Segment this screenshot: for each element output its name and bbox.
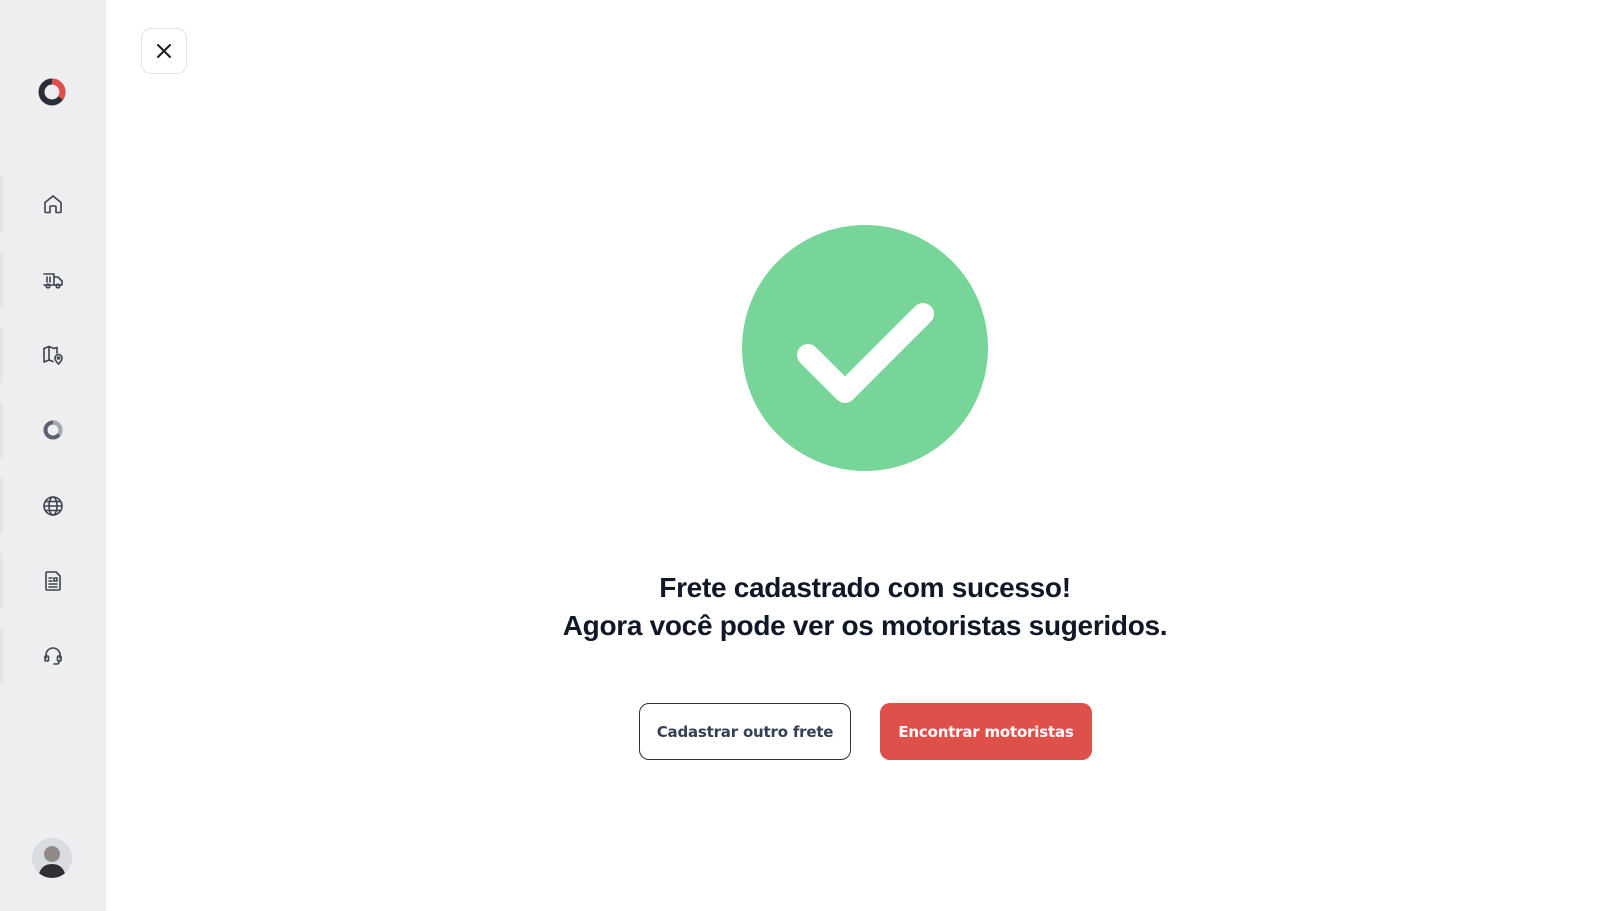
user-avatar[interactable] xyxy=(32,838,72,878)
sidebar-item-home[interactable] xyxy=(0,176,106,232)
headset-icon xyxy=(44,647,62,665)
map-pin-icon xyxy=(43,345,63,365)
brand-logo-icon[interactable] xyxy=(37,77,67,107)
document-icon xyxy=(45,571,61,591)
sidebar-item-map[interactable] xyxy=(0,327,106,383)
check-circle-icon xyxy=(742,225,988,471)
register-another-freight-button[interactable]: Cadastrar outro frete xyxy=(639,703,851,760)
sidebar-item-globe[interactable] xyxy=(0,478,106,534)
brand-ring-icon xyxy=(43,420,63,440)
find-drivers-button[interactable]: Encontrar motoristas xyxy=(880,703,1092,760)
sidebar xyxy=(0,0,106,911)
globe-icon xyxy=(43,496,63,516)
home-icon xyxy=(44,195,62,214)
success-title: Frete cadastrado com sucesso! xyxy=(659,572,1071,603)
truck-icon xyxy=(43,273,63,289)
sidebar-item-freight[interactable] xyxy=(0,252,106,308)
sidebar-item-documents[interactable] xyxy=(0,553,106,609)
close-icon xyxy=(157,44,171,58)
close-button[interactable] xyxy=(141,28,187,74)
sidebar-item-support[interactable] xyxy=(0,628,106,684)
success-message: Frete cadastrado com sucesso! Agora você… xyxy=(520,569,1210,645)
sidebar-item-brand[interactable] xyxy=(0,402,106,458)
success-subtitle: Agora você pode ver os motoristas sugeri… xyxy=(562,610,1168,641)
